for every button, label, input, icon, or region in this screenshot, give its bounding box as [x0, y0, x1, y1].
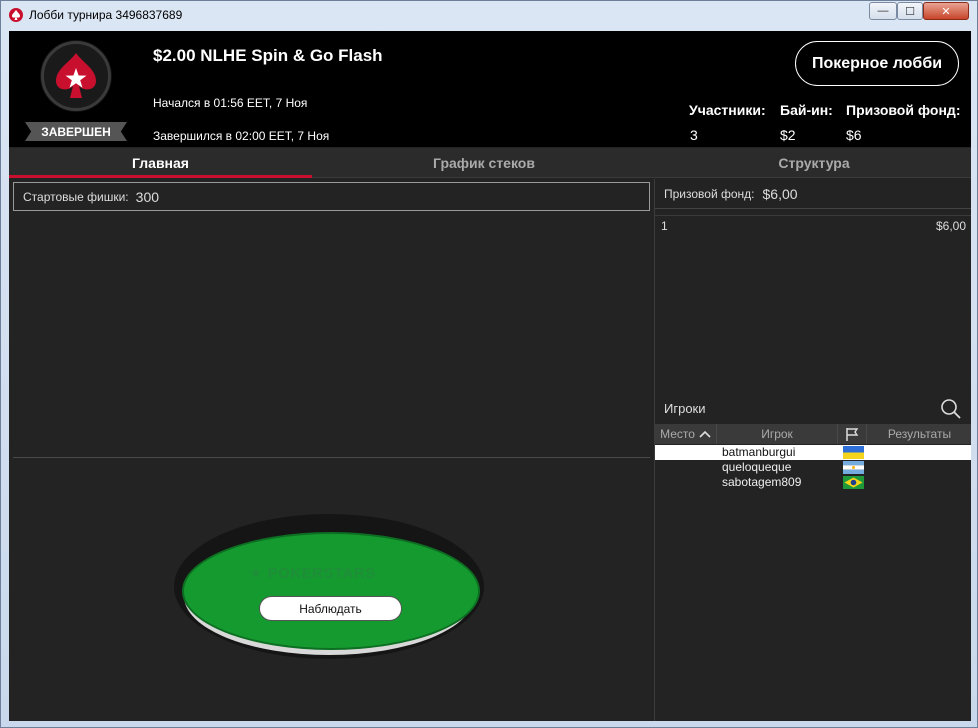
watch-button[interactable]: Наблюдать: [259, 596, 402, 621]
column-place-label: Место: [660, 427, 695, 441]
starting-chips-field: Стартовые фишки: 300: [13, 182, 650, 211]
chevron-up-icon: [699, 430, 711, 438]
prize-row: 1 $6,00: [655, 215, 971, 233]
maximize-button[interactable]: ☐: [897, 2, 923, 20]
players-table-header: Место Игрок Результаты: [655, 424, 971, 444]
divider: [13, 457, 650, 458]
ukraine-flag-icon: [843, 446, 864, 459]
start-time: Начался в 01:56 EET, 7 Ноя: [153, 96, 308, 110]
tournament-header: ЗАВЕРШЕН $2.00 NLHE Spin & Go Flash Нача…: [9, 31, 971, 147]
table-logo: ★ POKERSTARS: [249, 564, 376, 582]
table-row[interactable]: batmanburgui: [655, 445, 971, 460]
players-title: Игроки: [664, 401, 706, 416]
search-icon[interactable]: [940, 398, 962, 420]
brazil-flag-icon: [843, 476, 864, 489]
tournament-logo: ЗАВЕРШЕН: [25, 41, 127, 141]
starting-chips-label: Стартовые фишки:: [23, 189, 129, 204]
participants-value: 3: [690, 127, 698, 143]
tab-structure[interactable]: Структура: [664, 148, 964, 178]
tournament-name: $2.00 NLHE Spin & Go Flash: [153, 46, 383, 65]
status-badge: ЗАВЕРШЕН: [25, 122, 127, 141]
tournament-lobby-window: Лобби турнира 3496837689 — ☐ ✕ ЗАВЕРШЕН …: [0, 0, 978, 728]
spade-logo-icon: [41, 41, 111, 111]
window-title: Лобби турнира 3496837689: [29, 8, 183, 22]
player-name: queloqueque: [722, 460, 792, 474]
minimize-button[interactable]: —: [869, 2, 897, 20]
table-row[interactable]: queloqueque: [655, 460, 971, 475]
prize-pool-value: $6,00: [762, 185, 798, 202]
starting-chips-value: 300: [135, 188, 160, 205]
player-name: sabotagem809: [722, 475, 802, 489]
pokerstars-app-icon: [9, 8, 23, 22]
flag-icon: [846, 428, 859, 441]
buyin-label: Бай-ин:: [780, 102, 833, 118]
tab-stack-chart[interactable]: График стеков: [334, 148, 634, 178]
column-results[interactable]: Результаты: [867, 424, 971, 444]
column-flag[interactable]: [838, 424, 867, 444]
poker-table: [182, 532, 480, 650]
end-time: Завершился в 02:00 EET, 7 Ноя: [153, 129, 330, 143]
spade-icon: [56, 53, 96, 98]
argentina-flag-icon: [843, 461, 864, 474]
poker-lobby-button[interactable]: Покерное лобби: [795, 41, 959, 86]
column-player[interactable]: Игрок: [717, 424, 838, 444]
table-logo-text: POKERSTARS: [267, 565, 376, 582]
prizepool-value: $6: [846, 127, 862, 143]
prize-place: 1: [661, 219, 668, 233]
tab-main[interactable]: Главная: [9, 148, 312, 178]
prize-pool-header: Призовой фонд: $6,00: [655, 179, 971, 209]
main-panel: Стартовые фишки: 300 ★ POKERSTARS Наблюд…: [9, 179, 654, 721]
player-name: batmanburgui: [722, 445, 796, 459]
prizepool-label: Призовой фонд:: [846, 102, 961, 118]
prize-amount: $6,00: [935, 219, 966, 233]
buyin-value: $2: [780, 127, 796, 143]
close-button[interactable]: ✕: [923, 2, 969, 20]
table-row[interactable]: sabotagem809: [655, 475, 971, 490]
tab-bar: Главная График стеков Структура: [9, 148, 971, 178]
title-bar[interactable]: Лобби турнира 3496837689 — ☐ ✕: [1, 1, 977, 29]
prize-pool-label: Призовой фонд:: [664, 186, 755, 201]
participants-label: Участники:: [689, 102, 766, 118]
side-panel: Призовой фонд: $6,00 1 $6,00 Игроки Мест…: [654, 179, 971, 721]
column-place[interactable]: Место: [655, 424, 717, 444]
client-area: ЗАВЕРШЕН $2.00 NLHE Spin & Go Flash Нача…: [9, 31, 971, 721]
table-star-icon: ★: [249, 565, 268, 582]
